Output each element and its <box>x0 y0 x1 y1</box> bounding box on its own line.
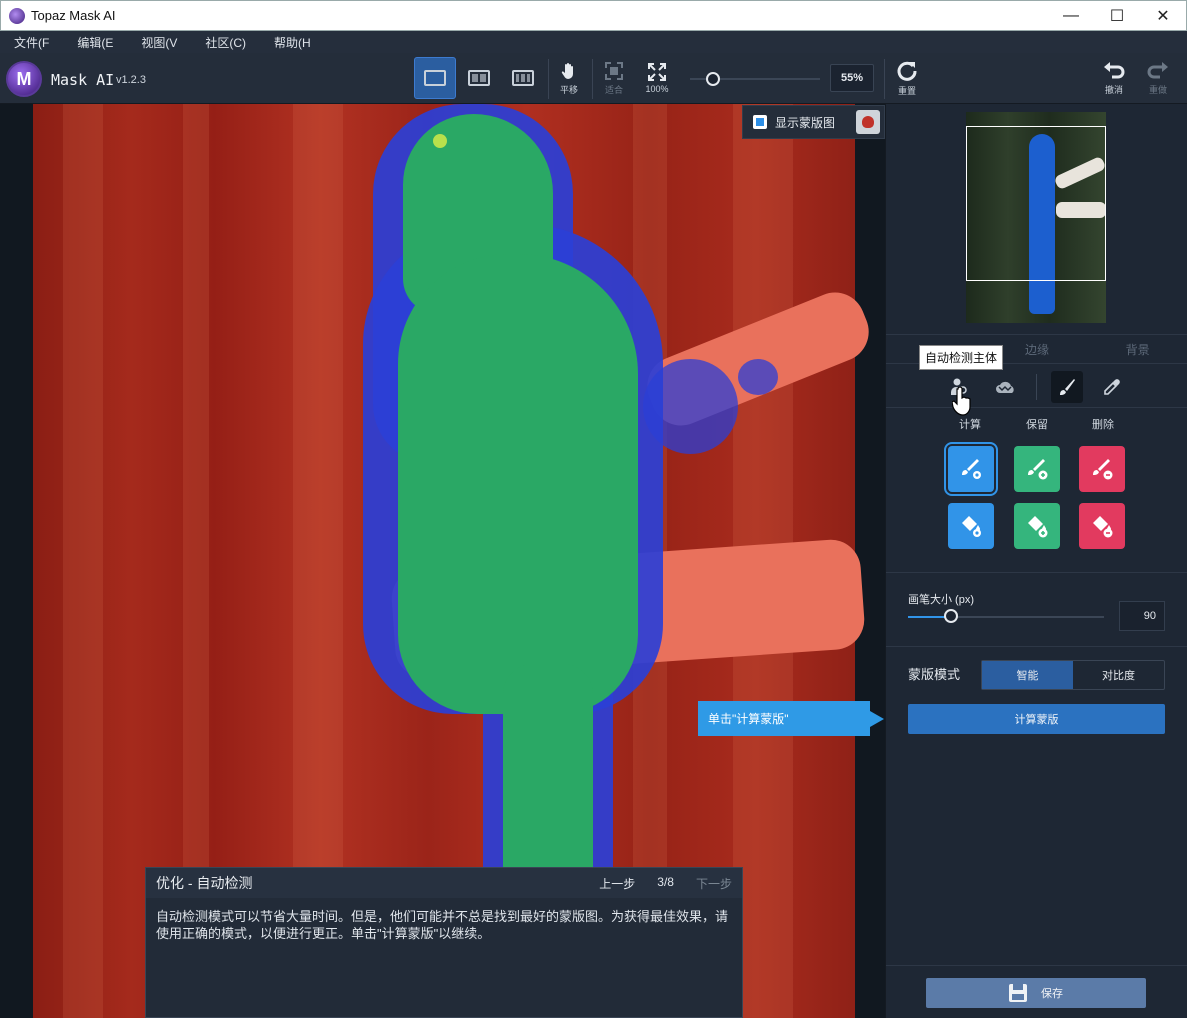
tool-row <box>886 366 1187 408</box>
redo-label: 重做 <box>1148 84 1167 95</box>
brush-gear-icon <box>962 459 981 479</box>
split-view-button[interactable] <box>458 57 500 99</box>
reset-label: 重置 <box>897 85 916 96</box>
mode-label-keep: 保留 <box>1026 419 1048 431</box>
menu-edit[interactable]: 编辑(E <box>63 34 127 51</box>
brush-plus-icon <box>1028 459 1048 480</box>
remove-fill-button[interactable] <box>1079 503 1125 549</box>
zoom-slider-knob[interactable] <box>706 72 720 86</box>
show-mask-label: 显示蒙版图 <box>775 115 836 130</box>
actual-size-button[interactable]: 100% <box>636 57 678 99</box>
menu-file[interactable]: 文件(F <box>0 34 63 51</box>
navigator-viewport[interactable] <box>966 126 1106 281</box>
auto-detect-tooltip: 自动检测主体 <box>919 345 1004 370</box>
show-mask-checkbox[interactable] <box>753 115 767 129</box>
window-titlebar: Topaz Mask AI — ☐ ✕ <box>0 0 1187 31</box>
tutorial-prev-button[interactable]: 上一步 <box>599 875 635 892</box>
mask-mode-contrast[interactable]: 对比度 <box>1073 661 1164 689</box>
cloud-icon <box>996 381 1014 393</box>
pan-button[interactable]: 平移 <box>548 57 590 99</box>
tutorial-panel: 优化 - 自动检测 上一步 3/8 下一步 自动检测模式可以节省大量时间。但是，… <box>145 867 743 1018</box>
menu-bar: 文件(F 编辑(E 视图(V 社区(C) 帮助(H <box>0 31 1187 53</box>
bucket-plus-icon <box>1028 516 1048 538</box>
show-mask-toggle[interactable]: 显示蒙版图 <box>742 105 885 139</box>
save-button[interactable]: 保存 <box>926 978 1146 1008</box>
bucket-gear-icon <box>962 516 981 537</box>
redo-icon <box>1147 61 1168 78</box>
app-name: Mask AI <box>51 71 115 89</box>
brush-tool-button[interactable] <box>1051 371 1083 403</box>
side-by-side-view-button[interactable] <box>502 57 544 99</box>
brush-size-value[interactable]: 90 <box>1119 601 1165 631</box>
brush-size-label: 画笔大小 (px) <box>908 594 974 606</box>
compute-fill-button[interactable] <box>948 503 994 549</box>
right-panel: 边缘 背景 自动检测主体 计算 保留 删除 画笔大小 (px) 90 蒙版模式 … <box>885 104 1187 1018</box>
maximize-button[interactable]: ☐ <box>1094 1 1140 30</box>
main-toolbar: M Mask AI v1.2.3 平移 适合 100% 55% 重置 撤消 重做 <box>0 53 1187 104</box>
apple-icon <box>862 116 874 128</box>
compute-brush-button[interactable] <box>944 442 998 496</box>
compute-mask-callout: 单击"计算蒙版" <box>698 701 884 736</box>
hand-cursor-icon <box>952 387 971 416</box>
close-button[interactable]: ✕ <box>1140 1 1186 30</box>
eyedropper-icon <box>1104 379 1120 395</box>
cloud-tool-button[interactable] <box>990 371 1022 403</box>
floppy-disk-icon <box>1009 984 1027 1002</box>
fit-label: 适合 <box>604 84 623 95</box>
hand-icon <box>561 62 573 79</box>
mask-mode-label: 蒙版模式 <box>908 667 961 682</box>
app-icon <box>9 7 25 24</box>
save-label: 保存 <box>1041 988 1063 1000</box>
undo-label: 撤消 <box>1104 84 1123 95</box>
side-by-side-view-icon <box>512 70 534 86</box>
single-view-button[interactable] <box>414 57 456 99</box>
remove-brush-button[interactable] <box>1079 446 1125 492</box>
undo-button[interactable]: 撤消 <box>1093 57 1135 99</box>
keep-brush-button[interactable] <box>1014 446 1060 492</box>
app-version: v1.2.3 <box>116 74 146 86</box>
eyedropper-button[interactable] <box>1096 371 1128 403</box>
actual-size-label: 100% <box>645 84 669 94</box>
app-logo: M <box>6 61 42 97</box>
reset-button[interactable]: 重置 <box>886 57 928 99</box>
minimize-button[interactable]: — <box>1048 1 1094 30</box>
menu-help[interactable]: 帮助(H <box>260 34 325 51</box>
undo-icon <box>1104 61 1125 78</box>
brush-icon <box>1060 379 1075 395</box>
tutorial-title: 优化 - 自动检测 <box>156 875 253 891</box>
tutorial-step: 3/8 <box>657 874 674 889</box>
pan-label: 平移 <box>559 84 578 95</box>
menu-community[interactable]: 社区(C) <box>191 34 260 51</box>
bucket-minus-icon <box>1093 516 1113 538</box>
brush-minus-icon <box>1093 459 1113 480</box>
mode-label-remove: 删除 <box>1092 419 1114 431</box>
original-image-button[interactable] <box>856 110 880 134</box>
fit-screen-icon <box>605 61 623 80</box>
menu-view[interactable]: 视图(V <box>127 34 191 51</box>
mode-label-compute: 计算 <box>959 419 981 431</box>
mask-mode-segmented: 智能 对比度 <box>981 660 1165 690</box>
fit-button[interactable]: 适合 <box>593 57 635 99</box>
single-view-icon <box>424 70 446 86</box>
mask-mode-smart[interactable]: 智能 <box>982 661 1073 689</box>
panel-footer: 保存 <box>886 965 1187 1018</box>
compute-mask-button[interactable]: 计算蒙版 <box>908 704 1165 734</box>
tutorial-next-button[interactable]: 下一步 <box>696 875 732 892</box>
redo-button[interactable]: 重做 <box>1137 57 1179 99</box>
expand-icon <box>648 63 666 81</box>
zoom-value[interactable]: 55% <box>830 64 874 92</box>
tutorial-body: 自动检测模式可以节省大量时间。但是，他们可能并不总是找到最好的蒙版图。为获得最佳… <box>156 909 729 941</box>
keep-fill-button[interactable] <box>1014 503 1060 549</box>
reset-icon <box>897 61 917 81</box>
split-view-icon <box>468 70 490 86</box>
tab-background[interactable]: 背景 <box>1087 335 1187 363</box>
window-title: Topaz Mask AI <box>31 8 116 23</box>
brush-size-knob[interactable] <box>944 609 958 623</box>
